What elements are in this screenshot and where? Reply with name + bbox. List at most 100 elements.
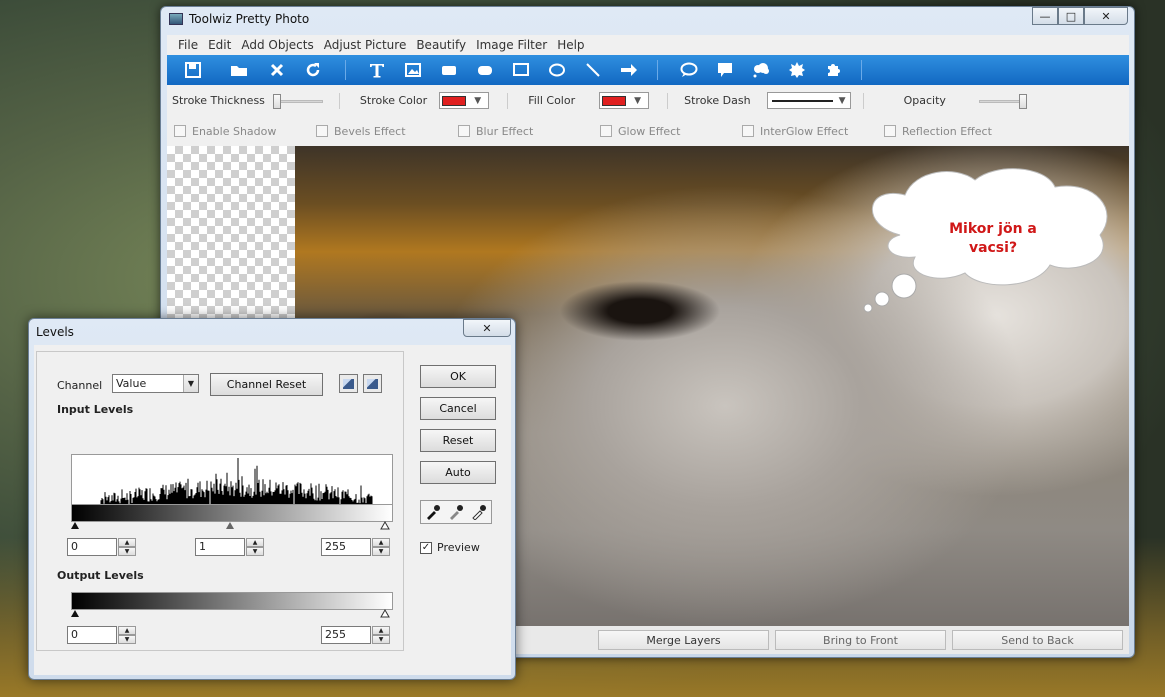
preview-option[interactable]: ✓ Preview xyxy=(420,541,480,554)
gray-eyedropper-icon[interactable] xyxy=(448,504,464,520)
output-black-stepper[interactable]: 0 ▲ ▼ xyxy=(67,626,137,644)
menu-beautify[interactable]: Beautify xyxy=(411,38,471,52)
output-white-stepper[interactable]: 255 ▲ ▼ xyxy=(321,626,391,644)
rectangle-callout-icon[interactable] xyxy=(711,57,739,83)
spin-up-icon[interactable]: ▲ xyxy=(246,538,264,547)
reset-button[interactable]: Reset xyxy=(420,429,496,452)
open-folder-icon[interactable] xyxy=(225,57,253,83)
line-icon[interactable] xyxy=(579,57,607,83)
channel-select-value: Value xyxy=(116,377,147,390)
output-black-value[interactable]: 0 xyxy=(67,626,117,644)
image-icon[interactable] xyxy=(399,57,427,83)
histogram-alt-view-icon[interactable] xyxy=(363,374,382,393)
dialog-close-button[interactable]: ✕ xyxy=(463,319,511,337)
input-gamma-stepper[interactable]: 1 ▲ ▼ xyxy=(195,538,265,556)
opacity-label: Opacity xyxy=(903,94,946,107)
channel-reset-button[interactable]: Channel Reset xyxy=(210,373,323,396)
text-icon[interactable] xyxy=(363,57,391,83)
input-white-value[interactable]: 255 xyxy=(321,538,371,556)
merge-layers-button[interactable]: Merge Layers xyxy=(598,630,769,650)
arrow-icon[interactable] xyxy=(615,57,643,83)
menu-help[interactable]: Help xyxy=(552,38,589,52)
maximize-button[interactable]: □ xyxy=(1058,7,1084,25)
stroke-thickness-slider[interactable] xyxy=(272,93,323,109)
histogram-view-icon[interactable] xyxy=(339,374,358,393)
input-black-value[interactable]: 0 xyxy=(67,538,117,556)
preview-checkbox[interactable]: ✓ xyxy=(420,541,432,554)
levels-dialog: Levels ✕ Channel Value ▼ Channel Reset In… xyxy=(28,318,516,680)
input-black-stepper[interactable]: 0 ▲ ▼ xyxy=(67,538,137,556)
interglow-effect-option[interactable]: InterGlow Effect xyxy=(739,125,881,138)
channel-select[interactable]: Value ▼ xyxy=(112,374,199,393)
ok-button[interactable]: OK xyxy=(420,365,496,388)
input-level-sliders[interactable] xyxy=(67,520,395,530)
fill-color-picker[interactable]: ▼ xyxy=(599,92,650,109)
spin-up-icon[interactable]: ▲ xyxy=(372,538,390,547)
chevron-down-icon: ▼ xyxy=(634,95,642,106)
spin-down-icon[interactable]: ▼ xyxy=(118,547,136,556)
chevron-down-icon: ▼ xyxy=(474,95,482,106)
white-eyedropper-icon[interactable] xyxy=(471,504,487,520)
menu-edit[interactable]: Edit xyxy=(203,38,236,52)
menu-bar: File Edit Add Objects Adjust Picture Bea… xyxy=(167,35,1129,55)
stroke-dash-picker[interactable]: ▼ xyxy=(766,92,851,109)
black-eyedropper-icon[interactable] xyxy=(425,504,441,520)
toolbar xyxy=(167,55,1129,85)
square-icon[interactable] xyxy=(507,57,535,83)
delete-icon[interactable] xyxy=(263,57,291,83)
minimize-button[interactable]: — xyxy=(1032,7,1058,25)
bevels-effect-option[interactable]: Bevels Effect xyxy=(313,125,455,138)
cancel-button[interactable]: Cancel xyxy=(420,397,496,420)
rectangle-icon[interactable] xyxy=(435,57,463,83)
bevels-effect-checkbox[interactable] xyxy=(316,125,328,137)
reflection-effect-option[interactable]: Reflection Effect xyxy=(881,125,1023,138)
chevron-down-icon: ▼ xyxy=(183,375,198,392)
save-icon[interactable] xyxy=(179,57,207,83)
blur-effect-checkbox[interactable] xyxy=(458,125,470,137)
reflection-effect-checkbox[interactable] xyxy=(884,125,896,137)
enable-shadow-checkbox[interactable] xyxy=(174,125,186,137)
stroke-color-label: Stroke Color xyxy=(359,94,428,107)
spin-up-icon[interactable]: ▲ xyxy=(118,538,136,547)
menu-add-objects[interactable]: Add Objects xyxy=(236,38,318,52)
glow-effect-option[interactable]: Glow Effect xyxy=(597,125,739,138)
opacity-slider[interactable] xyxy=(978,93,1027,109)
rounded-rectangle-icon[interactable] xyxy=(471,57,499,83)
menu-image-filter[interactable]: Image Filter xyxy=(471,38,552,52)
burst-icon[interactable] xyxy=(783,57,811,83)
output-white-value[interactable]: 255 xyxy=(321,626,371,644)
spin-down-icon[interactable]: ▼ xyxy=(118,635,136,644)
spin-down-icon[interactable]: ▼ xyxy=(372,635,390,644)
close-button[interactable]: ✕ xyxy=(1084,7,1128,25)
speech-bubble-icon[interactable] xyxy=(675,57,703,83)
interglow-effect-checkbox[interactable] xyxy=(742,125,754,137)
ellipse-icon[interactable] xyxy=(543,57,571,83)
stroke-color-picker[interactable]: ▼ xyxy=(439,92,490,109)
bring-to-front-button[interactable]: Bring to Front xyxy=(775,630,946,650)
input-white-stepper[interactable]: 255 ▲ ▼ xyxy=(321,538,391,556)
callout-line-2: vacsi? xyxy=(968,240,1018,256)
puzzle-icon[interactable] xyxy=(819,57,847,83)
input-gamma-value[interactable]: 1 xyxy=(195,538,245,556)
title-bar[interactable]: Toolwiz Pretty Photo — □ ✕ xyxy=(161,7,1134,33)
fill-color-label: Fill Color xyxy=(528,94,576,107)
cloud-callout-icon[interactable] xyxy=(747,57,775,83)
preview-label: Preview xyxy=(437,541,480,554)
spin-up-icon[interactable]: ▲ xyxy=(118,626,136,635)
enable-shadow-option[interactable]: Enable Shadow xyxy=(171,125,313,138)
blur-effect-option[interactable]: Blur Effect xyxy=(455,125,597,138)
glow-effect-label: Glow Effect xyxy=(618,124,681,138)
glow-effect-checkbox[interactable] xyxy=(600,125,612,137)
menu-file[interactable]: File xyxy=(173,38,203,52)
refresh-icon[interactable] xyxy=(299,57,327,83)
effects-bar: Enable Shadow Bevels Effect Blur Effect … xyxy=(167,116,1129,146)
fill-color-swatch xyxy=(602,95,627,106)
send-to-back-button[interactable]: Send to Back xyxy=(952,630,1123,650)
output-level-sliders[interactable] xyxy=(67,608,395,618)
spin-down-icon[interactable]: ▼ xyxy=(372,547,390,556)
auto-button[interactable]: Auto xyxy=(420,461,496,484)
spin-down-icon[interactable]: ▼ xyxy=(246,547,264,556)
stroke-color-swatch xyxy=(442,95,467,106)
menu-adjust-picture[interactable]: Adjust Picture xyxy=(319,38,412,52)
spin-up-icon[interactable]: ▲ xyxy=(372,626,390,635)
